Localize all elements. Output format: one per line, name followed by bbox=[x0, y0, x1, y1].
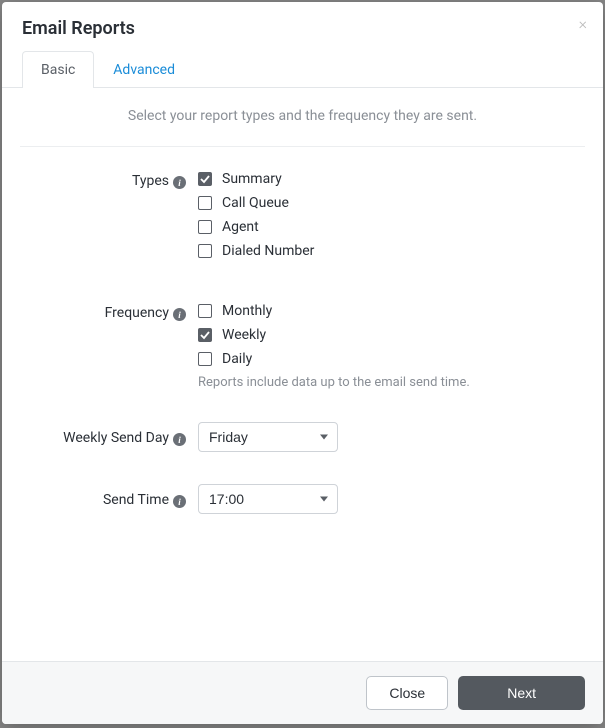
checkbox-dialed-number-label: Dialed Number bbox=[222, 243, 314, 259]
label-weekly-send-day-text: Weekly Send Day bbox=[63, 430, 169, 446]
send-time-select-wrap: 17:00 bbox=[198, 484, 338, 514]
checkbox-daily[interactable] bbox=[198, 352, 212, 366]
checkbox-agent-label: Agent bbox=[222, 219, 259, 235]
frequency-help-text: Reports include data up to the email sen… bbox=[198, 375, 585, 390]
checkbox-monthly-label: Monthly bbox=[222, 303, 272, 319]
checkbox-weekly[interactable] bbox=[198, 328, 212, 342]
row-weekly-send-day: Weekly Send Day i Friday bbox=[20, 422, 585, 452]
info-icon[interactable]: i bbox=[173, 176, 186, 189]
checkbox-dialed-number[interactable] bbox=[198, 244, 212, 258]
checkbox-daily-row[interactable]: Daily bbox=[198, 351, 585, 367]
label-types: Types i bbox=[20, 171, 198, 267]
info-icon[interactable]: i bbox=[173, 308, 186, 321]
label-types-text: Types bbox=[132, 173, 169, 189]
checkbox-daily-label: Daily bbox=[222, 351, 252, 367]
close-icon[interactable]: × bbox=[579, 14, 587, 33]
label-frequency-text: Frequency bbox=[105, 305, 169, 321]
label-send-time: Send Time i bbox=[20, 490, 198, 508]
info-icon[interactable]: i bbox=[173, 433, 186, 446]
row-frequency: Frequency i Monthly Weekly Daily Reports… bbox=[20, 303, 585, 390]
modal-header: Email Reports bbox=[2, 2, 603, 51]
tabs: Basic Advanced bbox=[2, 51, 603, 88]
intro-text: Select your report types and the frequen… bbox=[20, 108, 585, 147]
checkbox-summary-row[interactable]: Summary bbox=[198, 171, 585, 187]
checkbox-dialed-number-row[interactable]: Dialed Number bbox=[198, 243, 585, 259]
tab-basic[interactable]: Basic bbox=[22, 51, 94, 88]
next-button[interactable]: Next bbox=[458, 676, 585, 710]
checkbox-weekly-row[interactable]: Weekly bbox=[198, 327, 585, 343]
modal-footer: Close Next bbox=[2, 661, 603, 724]
checkbox-monthly[interactable] bbox=[198, 304, 212, 318]
info-icon[interactable]: i bbox=[173, 495, 186, 508]
weekly-send-day-control: Friday bbox=[198, 422, 585, 452]
checkbox-agent[interactable] bbox=[198, 220, 212, 234]
send-time-control: 17:00 bbox=[198, 484, 585, 514]
row-send-time: Send Time i 17:00 bbox=[20, 484, 585, 514]
checkbox-call-queue[interactable] bbox=[198, 196, 212, 210]
checkbox-summary-label: Summary bbox=[222, 171, 282, 187]
weekly-send-day-select-wrap: Friday bbox=[198, 422, 338, 452]
types-group: Summary Call Queue Agent Dialed Number bbox=[198, 171, 585, 267]
checkbox-call-queue-label: Call Queue bbox=[222, 195, 289, 211]
label-frequency: Frequency i bbox=[20, 303, 198, 390]
send-time-select[interactable]: 17:00 bbox=[198, 484, 338, 514]
checkbox-call-queue-row[interactable]: Call Queue bbox=[198, 195, 585, 211]
row-types: Types i Summary Call Queue Agent bbox=[20, 171, 585, 267]
modal-body: Select your report types and the frequen… bbox=[2, 88, 603, 661]
weekly-send-day-select[interactable]: Friday bbox=[198, 422, 338, 452]
checkbox-agent-row[interactable]: Agent bbox=[198, 219, 585, 235]
checkbox-monthly-row[interactable]: Monthly bbox=[198, 303, 585, 319]
label-send-time-text: Send Time bbox=[103, 492, 169, 508]
modal-title: Email Reports bbox=[22, 18, 583, 39]
frequency-group: Monthly Weekly Daily Reports include dat… bbox=[198, 303, 585, 390]
checkbox-weekly-label: Weekly bbox=[222, 327, 266, 343]
checkbox-summary[interactable] bbox=[198, 172, 212, 186]
tab-advanced[interactable]: Advanced bbox=[94, 51, 194, 88]
close-button[interactable]: Close bbox=[366, 676, 448, 710]
email-reports-modal: × Email Reports Basic Advanced Select yo… bbox=[2, 2, 603, 724]
label-weekly-send-day: Weekly Send Day i bbox=[20, 428, 198, 446]
